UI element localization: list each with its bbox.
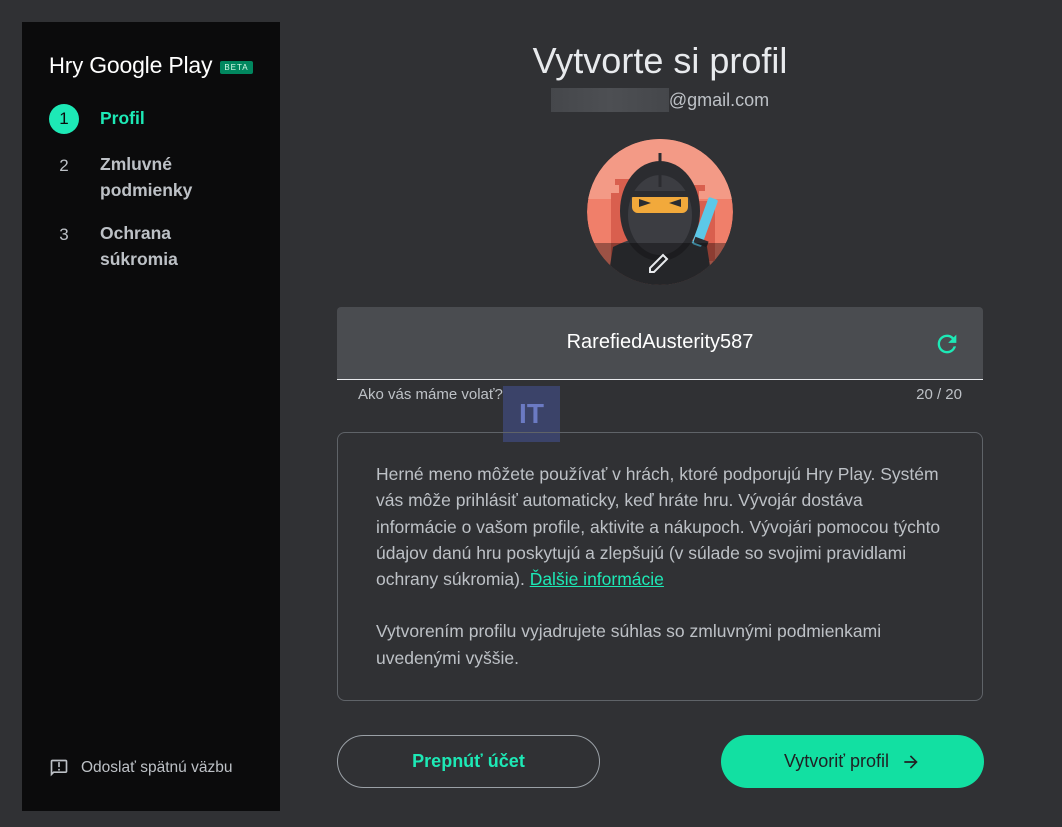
refresh-name-button[interactable] (933, 330, 961, 358)
ninja-avatar-image (587, 139, 733, 285)
create-profile-button[interactable]: Vytvoriť profil (721, 735, 984, 788)
email-redacted (550, 88, 669, 112)
step-label: Zmluvné podmienky (100, 154, 193, 200)
info-box: Herné meno môžete používať v hrách, ktor… (337, 432, 983, 701)
step-number: 1 (49, 104, 79, 134)
character-counter: 20 / 20 (916, 386, 962, 403)
consent-paragraph: Vytvorením profilu vyjadrujete súhlas so… (376, 621, 882, 668)
feedback-link[interactable]: Odoslať spätnú väzbu (49, 758, 232, 778)
beta-badge: BETA (220, 61, 253, 74)
step-profile: 1 Profil (49, 104, 269, 134)
brand-google-play: Google Play (89, 52, 213, 78)
learn-more-link[interactable]: Ďalšie informácie (530, 569, 664, 589)
name-helper-text: Ako vás máme volať? (358, 386, 503, 403)
feedback-icon (50, 759, 68, 777)
sidebar: Hry Google Play BETA 1 Profil 2 Zmluvné … (22, 22, 280, 811)
feedback-label: Odoslať spätnú väzbu (81, 759, 233, 776)
step-list: 1 Profil 2 Zmluvné podmienky 3 Ochrana s… (49, 104, 269, 289)
info-paragraph: Herné meno môžete používať v hrách, ktor… (376, 461, 946, 592)
brand-logo: Hry Google Play BETA (49, 52, 253, 79)
page-title: Vytvorte si profil (532, 40, 788, 81)
account-email: @gmail.com (337, 88, 983, 112)
step-number: 3 (59, 225, 69, 244)
gamer-name-field[interactable]: RarefiedAusterity587 (337, 307, 983, 380)
switch-account-label: Prepnúť účet (412, 751, 525, 771)
gamer-name-value[interactable]: RarefiedAusterity587 (337, 331, 983, 354)
step-terms: 2 Zmluvné podmienky (49, 151, 269, 203)
step-privacy: 3 Ochrana súkromia (49, 220, 269, 272)
switch-account-button[interactable]: Prepnúť účet (337, 735, 600, 788)
profile-avatar[interactable] (587, 139, 733, 285)
brand-hry: Hry (49, 52, 84, 78)
step-number: 2 (59, 156, 69, 175)
refresh-icon (937, 334, 957, 354)
arrow-right-icon (904, 754, 918, 769)
step-label: Ochrana súkromia (100, 223, 178, 269)
email-suffix: @gmail.com (668, 90, 770, 110)
step-label: Profil (100, 108, 145, 128)
create-profile-label: Vytvoriť profil (783, 751, 890, 771)
